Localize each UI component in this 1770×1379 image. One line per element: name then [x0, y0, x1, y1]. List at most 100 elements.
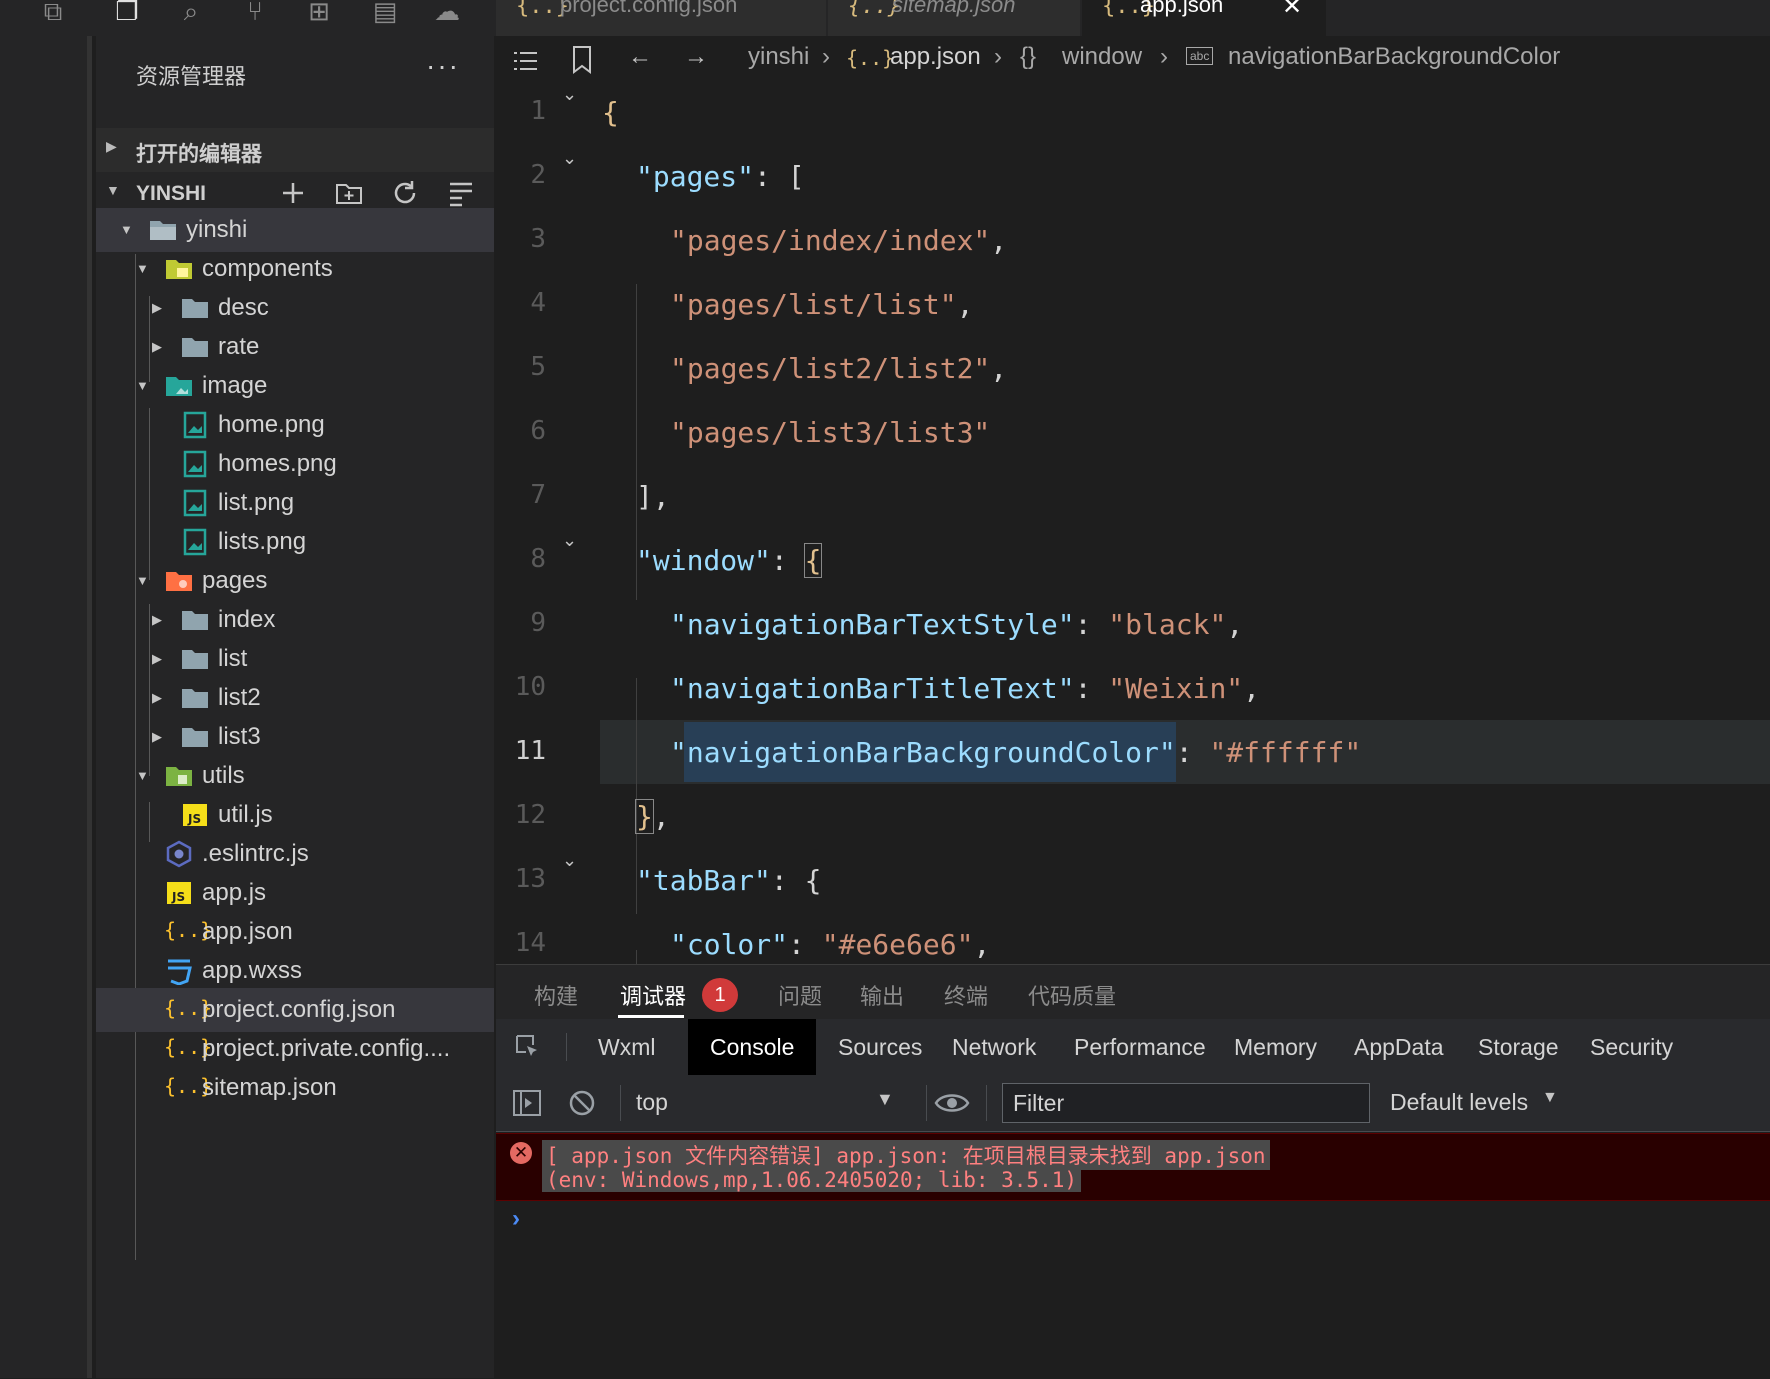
tab-storage[interactable]: Storage	[1466, 1019, 1571, 1075]
tab-output[interactable]: 输出	[860, 979, 904, 1011]
sidebar-toggle-icon[interactable]	[512, 1089, 542, 1117]
bookmark-icon[interactable]	[568, 44, 596, 76]
fold-chevron-icon[interactable]: ⌄	[562, 530, 577, 551]
tree-item-list[interactable]: ▶ list	[96, 637, 494, 681]
open-editors-section[interactable]: ▶ 打开的编辑器	[96, 128, 494, 172]
close-icon[interactable]: ✕	[1282, 0, 1302, 21]
forward-arrow-icon[interactable]: →	[684, 43, 708, 71]
tab-project-config[interactable]: {..} project.config.json	[496, 0, 826, 36]
code-line: "tabBar": {	[636, 864, 822, 897]
code-editor[interactable]: 1 2 3 4 5 6 7 8 9 10 11 12 13 14 ⌄ ⌄ ⌄ ⌄ { "pages": […	[496, 84, 1770, 964]
chevron-right-icon[interactable]: ▶	[152, 729, 162, 745]
docker-icon[interactable]: ☁	[428, 0, 466, 30]
clear-console-icon[interactable]	[568, 1089, 596, 1117]
tree-item-homes-png[interactable]: homes.png	[96, 442, 494, 486]
code-line: "pages/list3/list3"	[670, 416, 991, 449]
save-icon[interactable]: ▤	[366, 0, 404, 30]
tree-item-app-wxss[interactable]: app.wxss	[96, 949, 494, 993]
copy-icon[interactable]: ⧉	[34, 0, 72, 30]
fold-chevron-icon[interactable]: ⌄	[562, 850, 577, 871]
crumb-file[interactable]: app.json	[890, 43, 981, 71]
extensions-icon[interactable]: ⊞	[300, 0, 338, 30]
explorer-header: 资源管理器 ···	[96, 36, 494, 106]
chevron-down-icon[interactable]: ▼	[136, 261, 149, 276]
console-prompt-icon[interactable]: ›	[512, 1205, 520, 1233]
chevron-right-icon[interactable]: ▶	[152, 300, 162, 316]
tab-appdata[interactable]: AppData	[1342, 1019, 1456, 1075]
tree-item-util-js[interactable]: JS util.js	[96, 793, 494, 837]
tree-item-list2[interactable]: ▶ list2	[96, 676, 494, 720]
chevron-down-icon[interactable]: ▼	[136, 768, 149, 783]
image-icon	[180, 450, 210, 478]
chevron-right-icon[interactable]: ▶	[152, 339, 162, 355]
code-line: {	[602, 96, 619, 129]
explorer-icon[interactable]: ❐	[108, 0, 146, 30]
tree-item-pages[interactable]: ▼ pages	[96, 559, 494, 603]
tree-item-components[interactable]: ▼ components	[96, 247, 494, 291]
crumb-property[interactable]: navigationBarBackgroundColor	[1228, 43, 1560, 71]
tab-terminal[interactable]: 终端	[944, 979, 988, 1011]
tab-performance[interactable]: Performance	[1062, 1019, 1218, 1075]
filter-input[interactable]: Filter	[1002, 1083, 1370, 1123]
chevron-down-icon[interactable]: ▼	[136, 378, 149, 393]
tree-item-rate[interactable]: ▶ rate	[96, 325, 494, 369]
tree-item-desc[interactable]: ▶ desc	[96, 286, 494, 330]
log-levels-select[interactable]: Default levels	[1390, 1089, 1528, 1116]
tab-code-quality[interactable]: 代码质量	[1028, 979, 1116, 1011]
tab-problems[interactable]: 问题	[778, 979, 822, 1011]
tree-item-app-js[interactable]: JS app.js	[96, 871, 494, 915]
source-control-icon[interactable]: ⑂	[236, 0, 274, 30]
tree-item-app-json[interactable]: {..} app.json	[96, 910, 494, 954]
chevron-right-icon[interactable]: ▶	[152, 612, 162, 628]
fold-chevron-icon[interactable]: ⌄	[562, 84, 577, 105]
tab-wxml[interactable]: Wxml	[578, 1019, 675, 1075]
tab-sitemap[interactable]: {..} sitemap.json	[828, 0, 1080, 36]
fold-chevron-icon[interactable]: ⌄	[562, 148, 577, 169]
tree-item-eslintrc-js[interactable]: .eslintrc.js	[96, 832, 494, 876]
tree-item-list-png[interactable]: list.png	[96, 481, 494, 525]
new-folder-icon[interactable]	[332, 176, 366, 210]
tab-sources[interactable]: Sources	[826, 1019, 934, 1075]
tab-memory[interactable]: Memory	[1222, 1019, 1329, 1075]
console-error-message[interactable]: ✕ [ app.json 文件内容错误] app.json: 在项目根目录未找到…	[496, 1133, 1770, 1201]
tree-item-image[interactable]: ▼ image	[96, 364, 494, 408]
tab-app-json[interactable]: {..} app.json ✕	[1082, 0, 1326, 36]
tab-security[interactable]: Security	[1578, 1019, 1685, 1075]
crumb-object[interactable]: window	[1062, 43, 1142, 71]
collapse-all-icon[interactable]	[444, 176, 478, 210]
tree-item-sitemap-json[interactable]: {..} sitemap.json	[96, 1066, 494, 1110]
tree-item-utils[interactable]: ▼ utils	[96, 754, 494, 798]
tab-console[interactable]: Console	[688, 1019, 817, 1075]
chevron-right-icon[interactable]: ▶	[152, 651, 162, 667]
list-icon[interactable]	[510, 46, 540, 76]
tab-build[interactable]: 构建	[534, 979, 578, 1011]
tree-item-yinshi[interactable]: ▼ yinshi	[96, 208, 494, 252]
chevron-down-icon[interactable]: ▼	[136, 573, 149, 588]
eye-icon[interactable]	[934, 1089, 970, 1117]
context-select[interactable]: top ▼	[630, 1075, 930, 1131]
refresh-icon[interactable]	[388, 176, 422, 210]
chevron-right-icon[interactable]: ▶	[152, 690, 162, 706]
tree-item-label: desc	[218, 294, 269, 321]
chevron-down-icon[interactable]: ▼	[120, 222, 133, 237]
json-icon: {..}	[846, 46, 895, 70]
tab-debugger[interactable]: 调试器	[620, 979, 686, 1011]
tree-item-project-config-json[interactable]: {..} project.config.json	[96, 988, 494, 1032]
tab-network[interactable]: Network	[940, 1019, 1048, 1075]
tree-item-home-png[interactable]: home.png	[96, 403, 494, 447]
tree-item-index[interactable]: ▶ index	[96, 598, 494, 642]
tree-item-label: pages	[202, 567, 268, 594]
new-file-icon[interactable]	[276, 176, 310, 210]
tree-item-project-private-config[interactable]: {..} project.private.config....	[96, 1027, 494, 1071]
back-arrow-icon[interactable]: ←	[628, 43, 652, 71]
panel-tabs: 构建 调试器 1 问题 输出 终端 代码质量	[496, 965, 1770, 1019]
folder-icon	[180, 606, 210, 634]
code-line: "pages/list/list",	[670, 288, 974, 321]
inspect-element-icon[interactable]	[514, 1033, 542, 1061]
more-actions-icon[interactable]: ···	[426, 50, 460, 82]
search-icon[interactable]: ⌕	[172, 0, 210, 30]
tree-item-lists-png[interactable]: lists.png	[96, 520, 494, 564]
crumb-folder[interactable]: yinshi	[748, 43, 809, 71]
folder-open-icon	[148, 216, 178, 244]
tree-item-list3[interactable]: ▶ list3	[96, 715, 494, 759]
